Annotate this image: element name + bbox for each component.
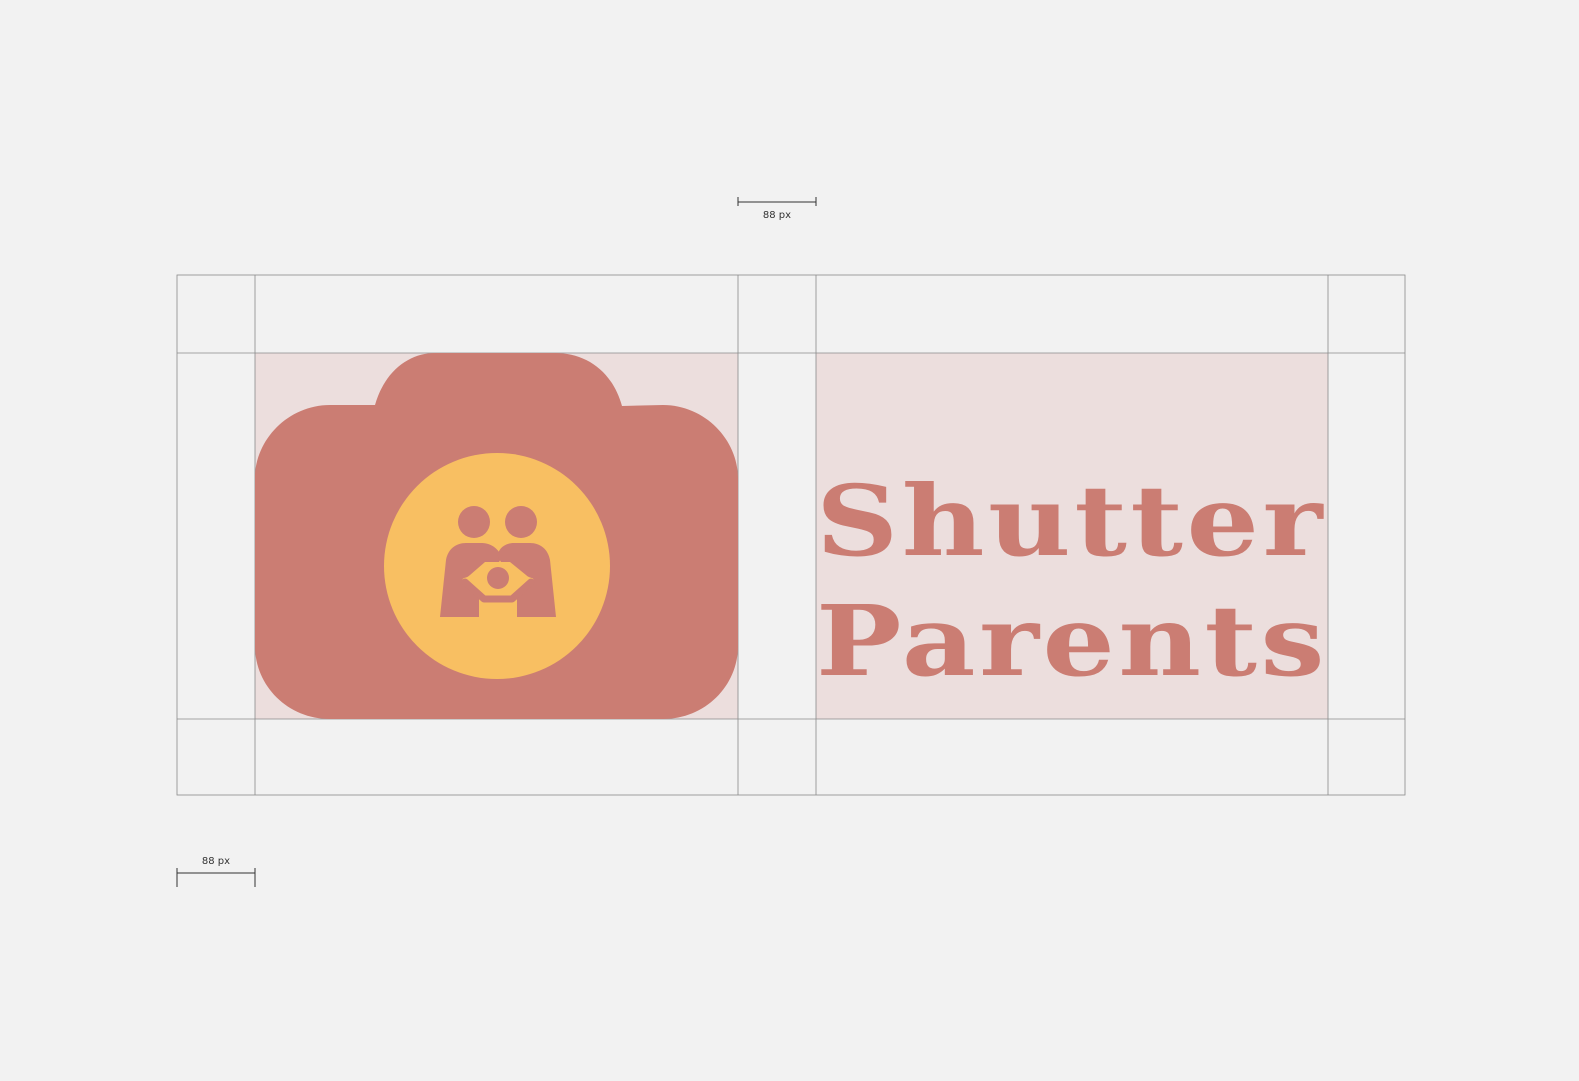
- clearspace-diagram: 88 px Shutter Parents 88 px: [0, 0, 1579, 1081]
- camera-family-icon: [255, 353, 738, 719]
- wordmark-line-2: Parents: [816, 584, 1328, 698]
- parent-right-head: [505, 506, 537, 538]
- parent-left-head: [458, 506, 490, 538]
- wordmark-line-1: Shutter: [816, 464, 1326, 578]
- top-measurement-label: 88 px: [763, 210, 791, 221]
- bottom-measurement-label: 88 px: [202, 856, 230, 867]
- diagram-background: [0, 0, 1579, 1081]
- child-head: [487, 567, 509, 589]
